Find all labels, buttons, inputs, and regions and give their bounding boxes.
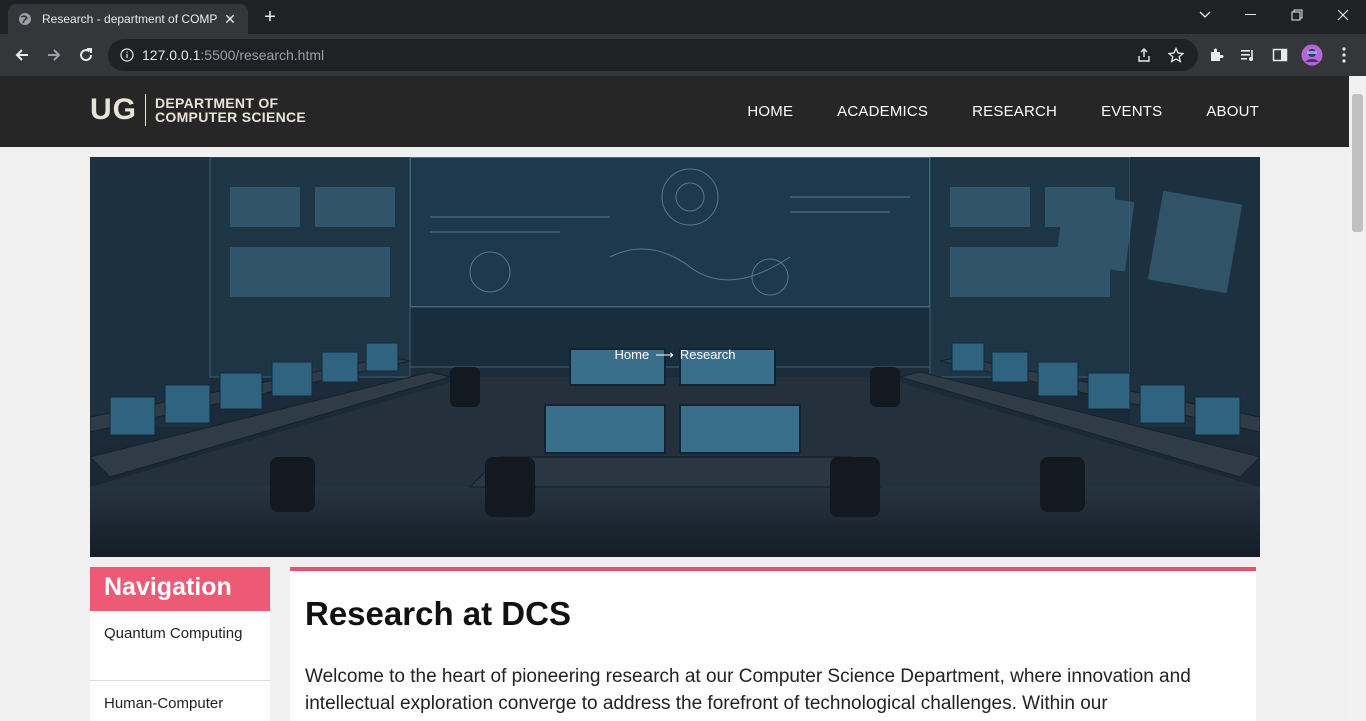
url-path: :5500/research.html xyxy=(200,47,325,63)
forward-icon[interactable] xyxy=(42,43,66,67)
breadcrumb-current: Research xyxy=(679,347,736,362)
sidebar-item-human-computer[interactable]: Human-Computer xyxy=(90,681,270,721)
reload-icon[interactable] xyxy=(74,43,98,67)
new-tab-icon[interactable]: + xyxy=(258,6,282,28)
restore-icon[interactable] xyxy=(1274,0,1320,30)
intro-paragraph: Welcome to the heart of pioneering resea… xyxy=(305,666,1191,714)
url-host: 127.0.0.1 xyxy=(142,47,201,63)
window-close-icon[interactable] xyxy=(1320,0,1366,30)
menu-about[interactable]: ABOUT xyxy=(1206,103,1259,120)
minimize-icon[interactable] xyxy=(1228,0,1274,30)
logo-line-1: DEPARTMENT OF xyxy=(155,95,279,111)
browser-tabstrip: Research - department of COMP ✕ + xyxy=(0,0,1366,34)
tab-title: Research - department of COMP xyxy=(42,12,218,26)
scrollbar-thumb[interactable] xyxy=(1352,94,1363,232)
profile-avatar-icon[interactable] xyxy=(1300,43,1324,67)
browser-toolbar: 127.0.0.1:5500/research.html xyxy=(0,34,1366,76)
page-viewport: UG DEPARTMENT OF COMPUTER SCIENCE HOME A… xyxy=(0,76,1349,721)
site-logo[interactable]: UG DEPARTMENT OF COMPUTER SCIENCE xyxy=(90,93,306,127)
sidebar-navigation: Navigation Quantum Computing Human-Compu… xyxy=(90,567,270,721)
page-title: Research at DCS xyxy=(305,595,571,632)
menu-home[interactable]: HOME xyxy=(747,103,793,120)
page-scrollbar[interactable] xyxy=(1349,76,1366,721)
logo-line-2: COMPUTER SCIENCE xyxy=(155,109,307,125)
browser-tab[interactable]: Research - department of COMP ✕ xyxy=(8,4,248,34)
sidebar-item-quantum-computing[interactable]: Quantum Computing xyxy=(90,611,270,681)
chevron-down-icon[interactable] xyxy=(1182,0,1228,30)
back-icon[interactable] xyxy=(10,43,34,67)
main-content: Research at DCS Welcome to the heart of … xyxy=(290,567,1256,721)
media-queue-icon[interactable] xyxy=(1236,43,1260,67)
info-icon[interactable] xyxy=(120,48,134,62)
breadcrumb-home[interactable]: Home xyxy=(615,347,650,362)
star-icon[interactable] xyxy=(1164,43,1188,67)
address-bar[interactable]: 127.0.0.1:5500/research.html xyxy=(108,39,1198,71)
logo-text: DEPARTMENT OF COMPUTER SCIENCE xyxy=(155,96,306,124)
logo-mark: UG xyxy=(90,93,137,126)
side-panel-icon[interactable] xyxy=(1268,43,1292,67)
logo-divider xyxy=(145,94,146,126)
close-icon[interactable]: ✕ xyxy=(222,11,238,28)
menu-research[interactable]: RESEARCH xyxy=(972,103,1057,120)
sidebar-heading: Navigation xyxy=(90,567,270,611)
site-header: UG DEPARTMENT OF COMPUTER SCIENCE HOME A… xyxy=(0,76,1349,147)
hero-banner: Home ⟶ Research xyxy=(90,157,1260,557)
main-menu: HOME ACADEMICS RESEARCH EVENTS ABOUT xyxy=(703,76,1259,147)
breadcrumb: Home ⟶ Research xyxy=(90,347,1260,363)
menu-events[interactable]: EVENTS xyxy=(1101,103,1162,120)
menu-academics[interactable]: ACADEMICS xyxy=(837,103,928,120)
share-icon[interactable] xyxy=(1132,43,1156,67)
extensions-icon[interactable] xyxy=(1204,43,1228,67)
globe-icon xyxy=(19,13,31,25)
menu-dots-icon[interactable] xyxy=(1332,43,1356,67)
arrow-right-icon: ⟶ xyxy=(655,347,674,362)
